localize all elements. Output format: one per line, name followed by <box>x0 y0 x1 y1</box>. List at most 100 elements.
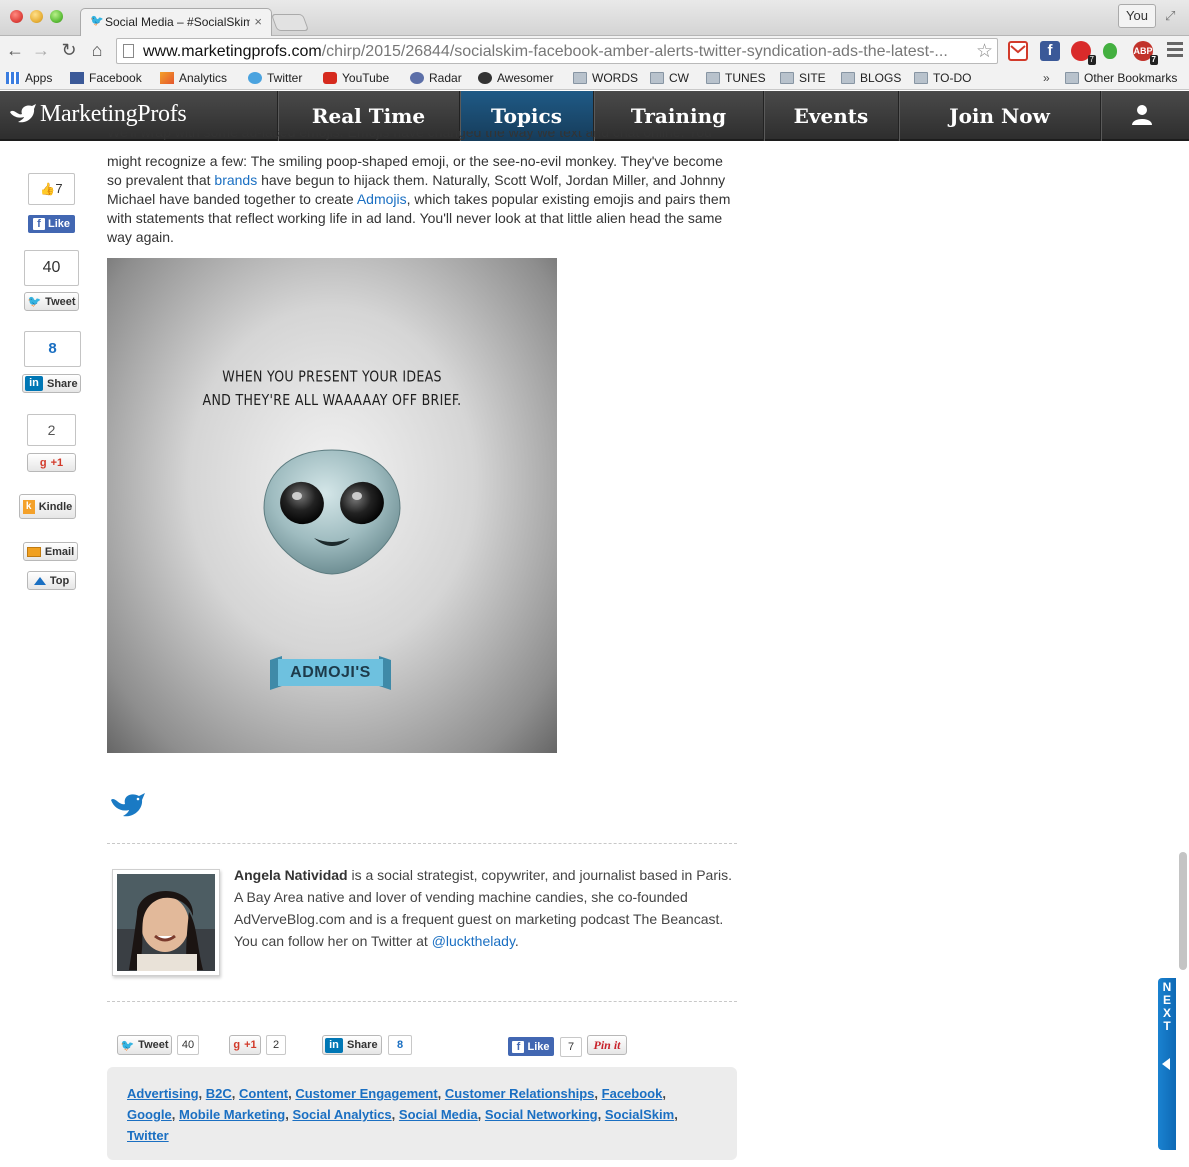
admojis-link[interactable]: Admojis <box>357 191 407 207</box>
rail-kindle-button[interactable]: k Kindle <box>19 494 76 519</box>
bookmark-apps[interactable]: Apps <box>6 70 52 86</box>
next-article-tab[interactable]: NEXT <box>1158 978 1176 1150</box>
browser-menu-icon[interactable] <box>1167 42 1183 60</box>
url-text[interactable]: www.marketingprofs.com/chirp/2015/26844/… <box>143 43 963 61</box>
bookmark-to-do[interactable]: TO-DO <box>914 70 971 86</box>
bookmark-radar[interactable]: Radar <box>410 70 462 86</box>
profile-button[interactable]: You <box>1118 4 1156 28</box>
linkedin-icon: in <box>325 1037 343 1053</box>
tag-link[interactable]: B2C <box>206 1086 232 1101</box>
tag-link[interactable]: Mobile Marketing <box>179 1107 285 1122</box>
new-tab-button[interactable] <box>270 14 310 31</box>
back-arrow-icon[interactable]: ← <box>4 39 26 61</box>
bookmark-analytics[interactable]: Analytics <box>160 70 227 86</box>
tag-link[interactable]: Social Media <box>399 1107 478 1122</box>
analytics-icon <box>160 72 174 84</box>
page-icon <box>123 44 134 58</box>
radar-icon <box>410 72 424 84</box>
facebook-icon: f <box>32 218 45 230</box>
zoom-window-button[interactable] <box>50 10 63 23</box>
linkedin-icon: in <box>25 376 43 391</box>
tag-link[interactable]: Content <box>239 1086 288 1101</box>
bottom-linkedin-share-button[interactable]: in Share <box>322 1035 382 1055</box>
bird-logo-icon <box>10 103 36 122</box>
bottom-like-count: 7 <box>560 1037 582 1057</box>
tag-link[interactable]: Facebook <box>602 1086 663 1101</box>
facebook-extension-icon[interactable]: f <box>1040 41 1060 61</box>
twitter-bird-icon: 🐦 <box>27 296 42 308</box>
next-label: NEXT <box>1162 980 1172 1033</box>
scrollbar-thumb[interactable] <box>1179 852 1187 970</box>
browser-tab[interactable]: 🐦 Social Media – #SocialSkim × <box>80 8 272 36</box>
fullscreen-icon[interactable]: ⤢ <box>1165 8 1175 24</box>
folder-icon <box>780 72 794 84</box>
adblock-plus-icon[interactable]: ABP 7 <box>1133 41 1158 65</box>
bookmarks-overflow-chevron[interactable]: » <box>1043 71 1050 85</box>
bookmark-awesomer[interactable]: Awesomer <box>478 70 553 86</box>
facebook-icon: f <box>512 1040 525 1053</box>
nav-join-now[interactable]: Join Now <box>898 91 1100 141</box>
bookmark-blogs[interactable]: BLOGS <box>841 70 901 86</box>
rail-linkedin-share-button[interactable]: in Share <box>22 374 81 393</box>
rail-like-button[interactable]: f Like <box>28 215 75 233</box>
admoji-image: WHEN YOU PRESENT YOUR IDEAS AND THEY'RE … <box>107 258 557 753</box>
nav-events[interactable]: Events <box>763 91 898 141</box>
bookmark-words[interactable]: WORDS <box>573 70 638 86</box>
tag-link[interactable]: Advertising <box>127 1086 199 1101</box>
tag-link[interactable]: Twitter <box>127 1128 169 1143</box>
nav-account[interactable] <box>1100 91 1189 141</box>
bottom-linkedin-count: 8 <box>388 1035 412 1055</box>
envelope-icon <box>26 546 41 557</box>
bookmark-tunes[interactable]: TUNES <box>706 70 766 86</box>
tag-link[interactable]: Customer Engagement <box>295 1086 437 1101</box>
bottom-tweet-button[interactable]: 🐦 Tweet <box>117 1035 172 1055</box>
youtube-icon <box>323 72 337 84</box>
close-tab-icon[interactable]: × <box>254 14 262 29</box>
bookmark-cw[interactable]: CW <box>650 70 689 86</box>
close-window-button[interactable] <box>10 10 23 23</box>
minimize-window-button[interactable] <box>30 10 43 23</box>
folder-icon <box>573 72 587 84</box>
gmail-icon[interactable] <box>1008 41 1028 61</box>
author-avatar <box>112 869 220 976</box>
bookmark-facebook[interactable]: Facebook <box>70 70 142 86</box>
tag-link[interactable]: Google <box>127 1107 172 1122</box>
bookmark-twitter[interactable]: Twitter <box>248 70 302 86</box>
browser-titlebar: 🐦 Social Media – #SocialSkim × You ⤢ <box>0 0 1189 36</box>
green-extension-icon[interactable] <box>1103 43 1117 59</box>
article-paragraph: might recognize a few: The smiling poop-… <box>107 153 731 245</box>
bottom-like-button[interactable]: f Like <box>508 1037 554 1056</box>
home-icon[interactable]: ⌂ <box>86 39 108 61</box>
rail-top-button[interactable]: Top <box>27 571 76 590</box>
twitter-bird-icon: 🐦 <box>120 1039 135 1052</box>
tag-link[interactable]: SocialSkim <box>605 1107 674 1122</box>
kindle-icon: k <box>22 499 35 514</box>
other-bookmarks[interactable]: Other Bookmarks <box>1065 70 1177 86</box>
bookmark-star-icon[interactable]: ☆ <box>976 40 993 63</box>
reload-icon[interactable]: ↻ <box>58 39 80 61</box>
gplus-count-box: 2 <box>27 414 76 446</box>
rail-gplus-button[interactable]: g +1 <box>27 453 76 472</box>
tag-link[interactable]: Customer Relationships <box>445 1086 595 1101</box>
pin-it-button[interactable]: Pin it <box>587 1035 627 1055</box>
author-name: Angela Natividad <box>234 867 348 883</box>
bookmark-site[interactable]: SITE <box>780 70 826 86</box>
rail-tweet-button[interactable]: 🐦 Tweet <box>24 292 79 311</box>
browser-toolbar: ← → ↻ ⌂ www.marketingprofs.com/chirp/201… <box>0 36 1189 66</box>
rail-email-button[interactable]: Email <box>23 542 78 561</box>
bottom-tweet-count: 40 <box>177 1035 199 1055</box>
address-bar[interactable]: www.marketingprofs.com/chirp/2015/26844/… <box>116 38 998 64</box>
marketingprofs-favicon-icon: 🐦 <box>90 15 104 27</box>
brands-link[interactable]: brands <box>214 172 257 188</box>
google-plus-icon: g <box>39 456 47 469</box>
bookmark-youtube[interactable]: YouTube <box>323 70 389 86</box>
red-extension-icon[interactable]: 7 <box>1071 41 1096 65</box>
section-divider <box>107 843 737 844</box>
author-twitter-link[interactable]: @luckthelady <box>432 933 515 949</box>
site-logo[interactable]: MarketingProfs <box>8 101 187 128</box>
tag-link[interactable]: Social Analytics <box>292 1107 391 1122</box>
tag-link[interactable]: Social Networking <box>485 1107 598 1122</box>
google-plus-icon: g <box>233 1039 241 1051</box>
forward-arrow-icon[interactable]: → <box>30 39 52 61</box>
bottom-gplus-button[interactable]: g +1 <box>229 1035 261 1055</box>
